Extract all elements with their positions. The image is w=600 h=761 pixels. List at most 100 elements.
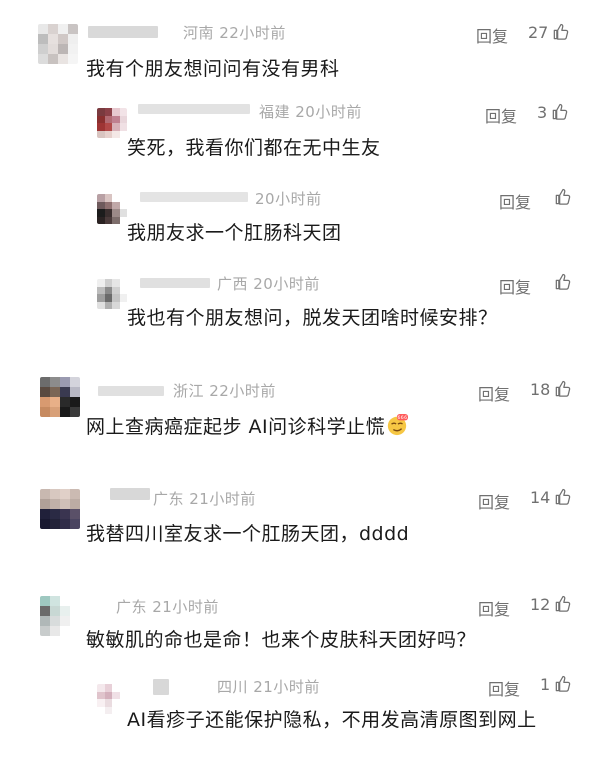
avatar-pixel [119,294,127,302]
avatar-pixel [104,294,112,302]
avatar[interactable] [97,194,127,224]
avatar-pixel [97,301,105,309]
like-button[interactable] [550,272,573,292]
avatar-pixel [60,387,70,397]
reply-button[interactable]: 回复 [476,23,508,47]
avatar[interactable] [40,377,80,417]
avatar[interactable] [97,108,127,138]
thumbs-up-icon [556,595,571,612]
redacted-username [140,192,248,202]
avatar-pixel [70,489,80,499]
avatar-pixel [58,24,68,34]
like-button[interactable]: 3 [537,102,570,122]
like-button[interactable]: 12 [530,594,573,614]
reply-button[interactable]: 回复 [478,381,510,405]
avatar-pixel [40,626,50,636]
avatar[interactable] [97,684,127,714]
thumbs-up-icon [555,273,571,290]
redacted-username [153,679,169,695]
like-button[interactable]: 14 [530,487,573,507]
comment-text: 我有个朋友想问问有没有男科 [86,58,340,80]
comment-text: 我朋友求一个肛肠科天团 [127,222,342,244]
avatar-pixel [97,130,105,138]
avatar-pixel [119,108,127,116]
avatar-pixel [97,706,105,714]
thumbs-up-icon [555,675,571,692]
avatar-pixel [97,279,105,287]
avatar-pixel [70,626,80,636]
avatar-pixel [40,596,50,606]
smirk-emoji-icon: 666 [387,414,409,436]
like-count: 18 [530,379,551,399]
comment-text: AI看疹子还能保护隐私，不用发高清原图到网上 [127,709,537,731]
comment-text-content: 网上查病癌症起步 AI问诊科学止慌 [86,416,386,438]
reply-button[interactable]: 回复 [478,596,510,620]
avatar-pixel [50,519,60,529]
avatar-pixel [119,130,127,138]
avatar-pixel [50,407,60,417]
avatar-pixel [60,377,70,387]
location-time: 福建 20小时前 [259,103,362,121]
reply-button[interactable]: 回复 [499,274,531,298]
avatar-pixel [104,108,112,116]
thumbs-up-icon [556,380,571,397]
avatar-pixel [48,24,58,34]
redacted-username [88,26,158,38]
avatar-pixel [104,194,112,202]
avatar-pixel [104,209,112,217]
avatar[interactable] [38,24,78,64]
location-time: 河南 22小时前 [183,24,286,42]
avatar-pixel [112,699,120,707]
avatar-pixel [48,34,58,44]
avatar-pixel [60,606,70,616]
avatar-pixel [60,616,70,626]
avatar-pixel [112,216,120,224]
avatar-pixel [68,24,78,34]
avatar-pixel [119,209,127,217]
avatar-pixel [97,684,105,692]
reply-button[interactable]: 回复 [499,189,531,213]
reply-button[interactable]: 回复 [485,103,517,127]
avatar[interactable] [40,596,80,636]
comment-text: 笑死，我看你们都在无中生友 [127,137,381,159]
avatar-pixel [104,699,112,707]
avatar-pixel [50,626,60,636]
location-time: 20小时前 [255,190,322,208]
avatar-pixel [112,706,120,714]
avatar-pixel [50,397,60,407]
avatar-pixel [119,301,127,309]
avatar[interactable] [97,279,127,309]
avatar-pixel [58,34,68,44]
avatar-pixel [58,54,68,64]
like-button[interactable]: 18 [530,379,573,399]
avatar-pixel [70,616,80,626]
avatar-pixel [97,123,105,131]
avatar-pixel [60,499,70,509]
avatar-pixel [112,209,120,217]
avatar-pixel [70,606,80,616]
avatar-pixel [104,123,112,131]
avatar-pixel [112,294,120,302]
comment-text: 网上查病癌症起步 AI问诊科学止慌 666 [86,412,409,439]
avatar-pixel [97,216,105,224]
avatar-pixel [70,377,80,387]
avatar-pixel [119,216,127,224]
avatar-pixel [58,44,68,54]
avatar-pixel [119,691,127,699]
avatar-pixel [97,194,105,202]
reply-button[interactable]: 回复 [478,489,510,513]
avatar-pixel [70,509,80,519]
like-button[interactable]: 27 [528,22,571,42]
avatar-pixel [50,616,60,626]
avatar-pixel [104,691,112,699]
like-button[interactable]: 1 [540,674,573,694]
comment-text: 我替四川室友求一个肛肠天团，dddd [86,523,410,545]
avatar-pixel [112,194,120,202]
like-button[interactable] [550,187,573,207]
avatar-pixel [119,699,127,707]
avatar-pixel [60,397,70,407]
reply-button[interactable]: 回复 [488,676,520,700]
avatar[interactable] [40,489,80,529]
avatar-pixel [48,54,58,64]
avatar-pixel [119,123,127,131]
